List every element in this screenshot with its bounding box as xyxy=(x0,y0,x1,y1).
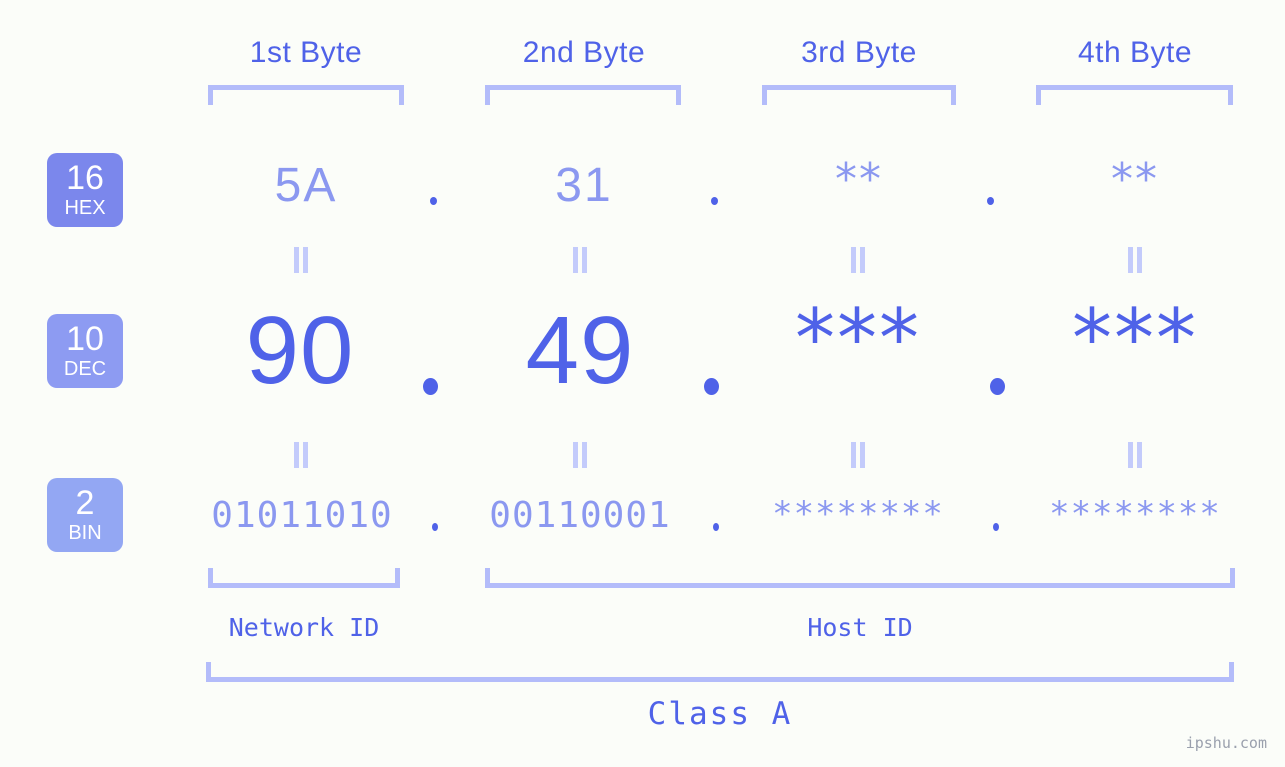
class-bracket xyxy=(206,662,1234,682)
base-badge-dec-name: DEC xyxy=(63,358,107,380)
bin-separator-dot-2 xyxy=(713,523,719,531)
base-badge-dec: 10 DEC xyxy=(47,314,123,388)
dec-byte-1: 90 xyxy=(245,297,355,404)
hex-byte-3: ** xyxy=(835,154,883,205)
byte-header-3: 3rd Byte xyxy=(801,36,917,69)
base-badge-hex-number: 16 xyxy=(66,159,104,197)
equals-icon-hex-dec-3 xyxy=(851,247,865,273)
equals-icon-hex-dec-2 xyxy=(573,247,587,273)
class-label: Class A xyxy=(647,696,793,732)
bin-byte-2: 00110001 xyxy=(489,495,671,536)
host-id-bracket xyxy=(485,568,1235,588)
equals-icon-dec-bin-2 xyxy=(573,442,587,468)
equals-icon-hex-dec-1 xyxy=(294,247,308,273)
base-badge-bin-number: 2 xyxy=(75,484,95,522)
base-badge-hex: 16 HEX xyxy=(47,153,123,227)
dec-separator-dot-2 xyxy=(704,378,719,395)
bin-byte-4: ******** xyxy=(1049,494,1221,534)
watermark: ipshu.com xyxy=(1185,734,1267,752)
equals-icon-dec-bin-3 xyxy=(851,442,865,468)
hex-separator-dot-1 xyxy=(430,197,437,205)
byte-bracket-4 xyxy=(1036,85,1233,105)
bin-byte-3: ******** xyxy=(772,494,944,534)
equals-icon-dec-bin-1 xyxy=(294,442,308,468)
hex-byte-4: ** xyxy=(1111,154,1159,205)
host-id-label: Host ID xyxy=(807,613,913,642)
dec-byte-4: *** xyxy=(1072,292,1198,385)
ip-address-breakdown-diagram: 1st Byte 2nd Byte 3rd Byte 4th Byte 16 H… xyxy=(0,0,1285,767)
hex-byte-2: 31 xyxy=(555,159,613,212)
byte-bracket-2 xyxy=(485,85,681,105)
hex-separator-dot-2 xyxy=(711,197,718,205)
byte-header-2: 2nd Byte xyxy=(522,36,646,69)
base-badge-bin-name: BIN xyxy=(68,522,102,544)
byte-header-4: 4th Byte xyxy=(1077,36,1193,69)
bin-byte-1: 01011010 xyxy=(211,495,393,536)
bin-separator-dot-1 xyxy=(432,523,438,531)
base-badge-dec-number: 10 xyxy=(66,320,104,358)
base-badge-hex-name: HEX xyxy=(64,197,106,219)
dec-byte-3: *** xyxy=(795,292,921,385)
byte-header-1: 1st Byte xyxy=(249,36,363,69)
base-badge-bin: 2 BIN xyxy=(47,478,123,552)
equals-icon-dec-bin-4 xyxy=(1128,442,1142,468)
equals-icon-hex-dec-4 xyxy=(1128,247,1142,273)
byte-bracket-1 xyxy=(208,85,404,105)
network-id-label: Network ID xyxy=(228,613,380,642)
dec-separator-dot-3 xyxy=(990,378,1005,395)
hex-separator-dot-3 xyxy=(987,197,994,205)
bin-separator-dot-3 xyxy=(993,523,999,531)
dec-byte-2: 49 xyxy=(525,297,635,404)
dec-separator-dot-1 xyxy=(423,378,438,395)
network-id-bracket xyxy=(208,568,400,588)
byte-bracket-3 xyxy=(762,85,956,105)
hex-byte-1: 5A xyxy=(274,159,338,212)
